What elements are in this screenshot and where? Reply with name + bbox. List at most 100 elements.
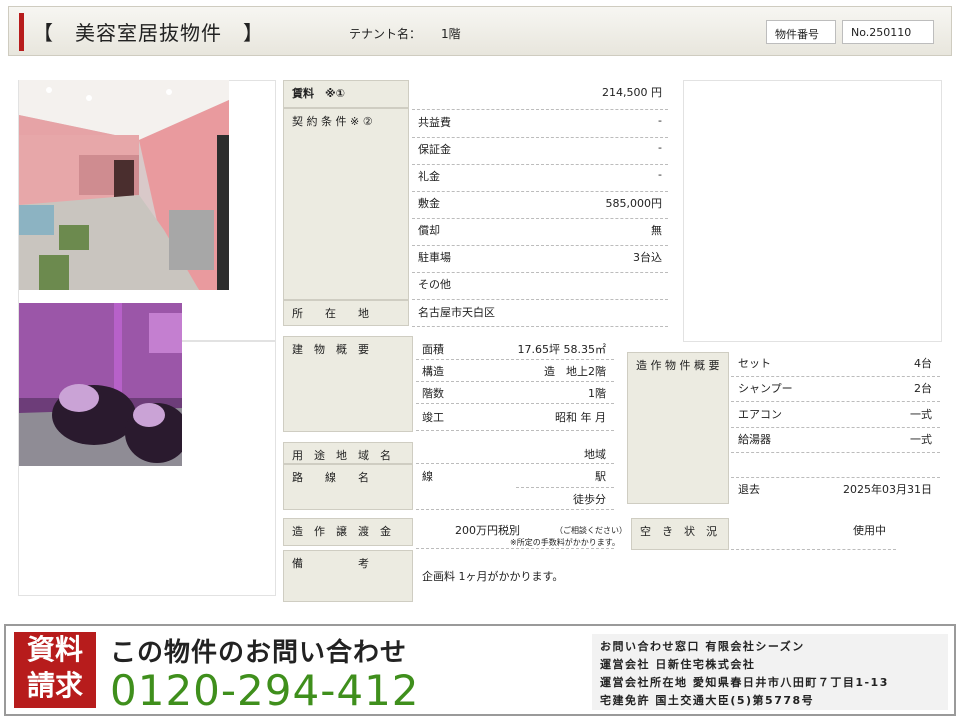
building-row: 竣工 昭和 年 月	[422, 409, 606, 425]
rent-label: 賃料 ※①	[283, 80, 409, 108]
divider	[731, 427, 940, 428]
building-item-name: 竣工	[422, 411, 444, 424]
company-info: お問い合わせ窓口 有限会社シーズン 運営会社 日新住宅株式会社 運営会社所在地 …	[592, 634, 948, 710]
building-item-value: 17.65坪 58.35㎡	[517, 343, 606, 356]
header-accent-bar	[19, 13, 24, 51]
divider	[731, 549, 896, 550]
divider	[412, 109, 668, 110]
route-line: 線	[422, 470, 433, 483]
fixture-name: 退去	[738, 483, 760, 496]
tenant-value: 1階	[441, 27, 461, 41]
fixture-value: 一式	[910, 408, 932, 421]
transfer-value: 200万円税別	[455, 524, 520, 537]
contract-item-value: -	[658, 141, 662, 154]
divider	[731, 452, 940, 453]
fixture-row: エアコン 一式	[738, 406, 932, 422]
contract-item-name: その他	[418, 278, 451, 291]
contract-item-value: 585,000円	[605, 197, 663, 210]
divider	[412, 299, 668, 300]
contract-item-name: 敷金	[418, 197, 440, 210]
zoning-label: 用 途 地 域 名	[283, 442, 413, 464]
contract-item-value: 3台込	[633, 251, 662, 264]
company-line: 運営会社 日新住宅株式会社	[600, 658, 756, 671]
divider	[412, 245, 668, 246]
contract-row: 償却 無	[418, 222, 662, 238]
inquiry-footer: 資料 請求 この物件のお問い合わせ 0120-294-412 お問い合わせ窓口 …	[4, 624, 956, 716]
document-request-badge[interactable]: 資料 請求	[14, 632, 96, 708]
contract-item-value: 無	[651, 224, 662, 237]
contract-row: 敷金 585,000円	[418, 195, 662, 211]
route-station: 駅	[595, 470, 606, 483]
contract-item-value: -	[658, 114, 662, 127]
divider	[416, 509, 614, 510]
property-number-label: 物件番号	[766, 20, 836, 44]
divider	[516, 487, 614, 488]
building-row: 面積 17.65坪 58.35㎡	[422, 341, 606, 357]
divider	[416, 403, 614, 404]
divider	[416, 430, 614, 431]
contract-row: 共益費 -	[418, 114, 662, 130]
building-row: 階数 1階	[422, 385, 606, 401]
building-item-name: 階数	[422, 387, 444, 400]
blank-panel	[683, 80, 942, 342]
transfer-label: 造 作 譲 渡 金	[283, 518, 413, 546]
building-item-name: 構造	[422, 365, 444, 378]
building-label: 建 物 概 要	[283, 336, 413, 432]
transfer-note: （ご相談ください）	[555, 526, 627, 535]
zoning-value: 地域	[584, 448, 606, 461]
badge-line-2: 請求	[26, 669, 83, 702]
badge-line-1: 資料	[26, 633, 83, 666]
divider	[416, 548, 614, 549]
divider	[412, 164, 668, 165]
location-label: 所 在 地	[283, 300, 409, 326]
vacancy-label: 空 き 状 況	[631, 518, 729, 550]
fixture-row: セット 4台	[738, 355, 932, 371]
transfer-fee-note: ※所定の手数料がかかります。	[510, 538, 620, 547]
divider	[416, 463, 614, 464]
building-row: 構造 造 地上2階	[422, 363, 606, 379]
contract-label: 契 約 条 件 ※ ②	[283, 108, 409, 300]
contract-item-name: 保証金	[418, 143, 451, 156]
divider	[412, 272, 668, 273]
fixture-row: シャンプー 2台	[738, 380, 932, 396]
contract-row: 保証金 -	[418, 141, 662, 157]
remarks-label: 備 考	[283, 550, 413, 602]
company-line: 運営会社所在地 愛知県春日井市八田町７丁目1-13	[600, 676, 889, 689]
rent-value: 214,500 円	[602, 86, 662, 99]
fixture-value: 4台	[914, 357, 932, 370]
remarks-value: 企画料 1ヶ月がかかります。	[422, 570, 564, 583]
fixtures-label: 造 作 物 件 概 要	[627, 352, 729, 504]
fixture-value: 2025年03月31日	[843, 483, 932, 496]
shampoo-area-photo	[19, 303, 182, 466]
divider	[416, 381, 614, 382]
company-line: お問い合わせ窓口 有限会社シーズン	[600, 640, 805, 653]
vacancy-value: 使用中	[853, 524, 886, 537]
divider	[412, 326, 668, 327]
contract-item-name: 礼金	[418, 170, 440, 183]
contract-item-value: -	[658, 168, 662, 181]
divider	[731, 401, 940, 402]
building-item-value: 1階	[588, 387, 606, 400]
fixture-name: シャンプー	[738, 382, 793, 395]
route-walk: 徒歩分	[573, 493, 606, 506]
phone-number[interactable]: 0120-294-412	[110, 666, 420, 715]
divider	[412, 191, 668, 192]
building-item-value: 昭和 年 月	[555, 411, 606, 424]
fixture-row: 給湯器 一式	[738, 431, 932, 447]
building-item-value: 造 地上2階	[544, 365, 606, 378]
page-title: 【 美容室居抜物件 】	[33, 21, 264, 45]
divider	[731, 376, 940, 377]
location-value: 名古屋市天白区	[418, 306, 495, 319]
contract-item-name: 駐車場	[418, 251, 451, 264]
property-number-value: No.250110	[842, 20, 934, 44]
fixture-name: セット	[738, 357, 771, 370]
company-line: 宅建免許 国土交通大臣(5)第5778号	[600, 694, 815, 707]
contract-row: 駐車場 3台込	[418, 249, 662, 265]
fixture-name: エアコン	[738, 408, 782, 421]
fixture-name: 給湯器	[738, 433, 771, 446]
divider	[412, 137, 668, 138]
route-label: 路 線 名	[283, 464, 413, 510]
contract-item-name: 共益費	[418, 116, 451, 129]
divider	[731, 477, 940, 478]
contract-row: 礼金 -	[418, 168, 662, 184]
